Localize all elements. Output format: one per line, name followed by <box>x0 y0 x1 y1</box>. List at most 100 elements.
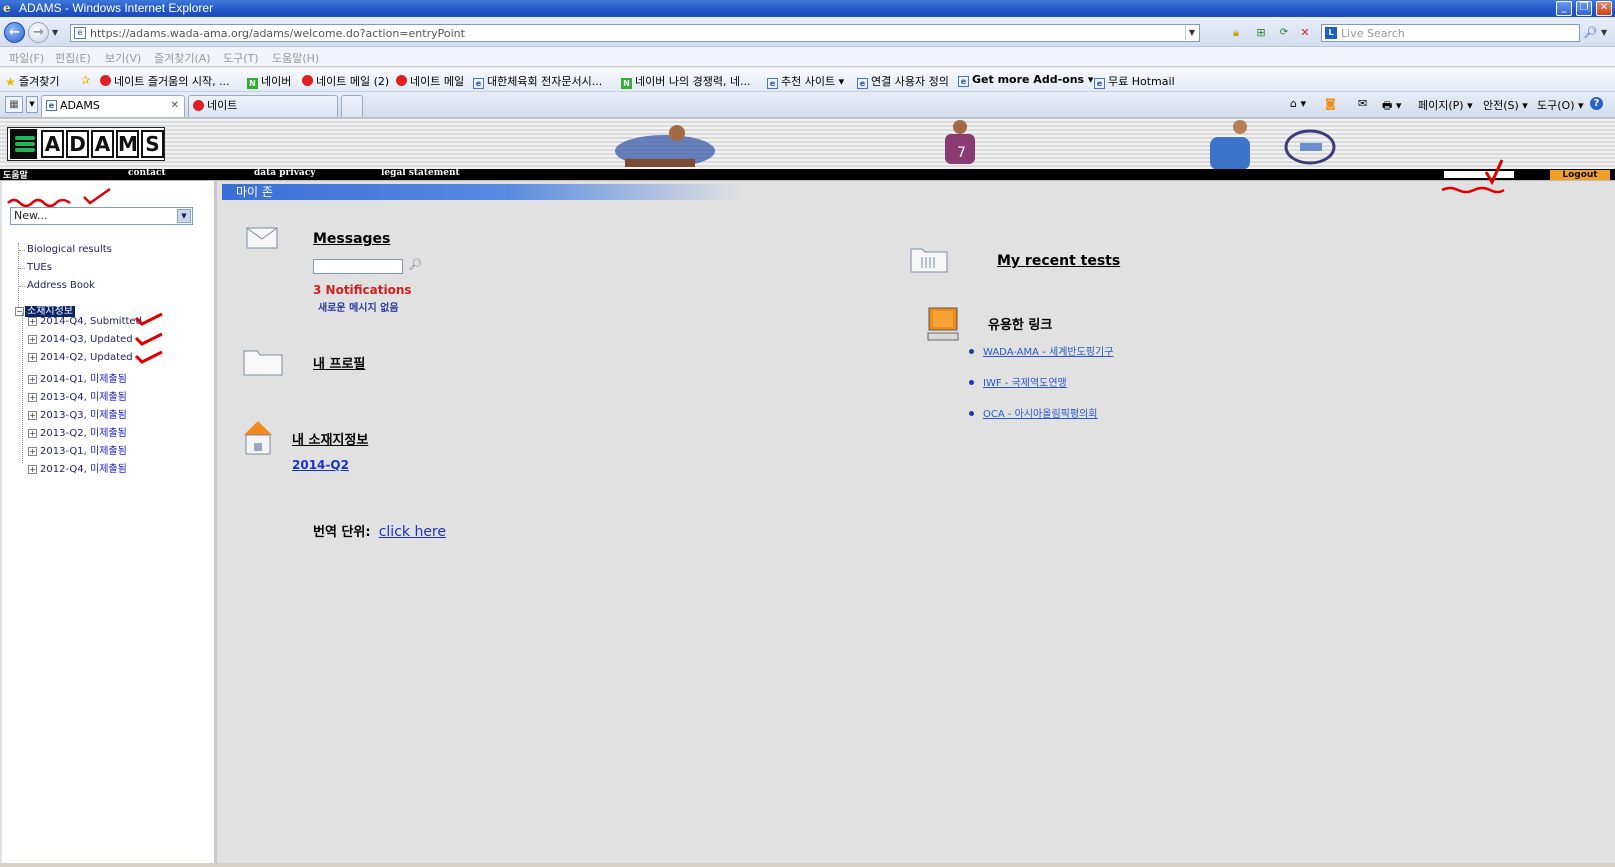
test-folder-icon[interactable] <box>910 245 948 273</box>
expand-icon[interactable]: + <box>28 393 37 402</box>
minimize-button[interactable]: _ <box>1556 1 1572 16</box>
translation-click-here-link[interactable]: click here <box>379 524 446 540</box>
expand-icon[interactable]: + <box>28 411 37 420</box>
messages-link[interactable]: Messages <box>313 231 390 247</box>
search-icon[interactable]: 🔎︎ <box>1583 26 1597 39</box>
nav-legal-statement-link[interactable]: legal statement <box>381 168 460 178</box>
favorites-center-button[interactable]: ★ 즐겨찾기 <box>5 73 59 89</box>
expand-icon[interactable]: + <box>28 447 37 456</box>
envelope-icon[interactable] <box>246 227 278 249</box>
nav-data-privacy-link[interactable]: data privacy <box>254 168 315 178</box>
nav-contact-link[interactable]: contact <box>128 168 166 178</box>
fav-item-customize-links[interactable]: e 연결 사용자 정의 <box>857 73 949 89</box>
my-profile-link[interactable]: 내 프로필 <box>313 353 365 372</box>
fav-item-hotmail[interactable]: e 무료 Hotmail <box>1094 73 1175 89</box>
quarter-item[interactable]: +2013-Q2, 미제출됨 <box>28 424 127 439</box>
tab-adams[interactable]: e ADAMS ✕ <box>41 95 185 117</box>
quarter-item[interactable]: +2013-Q4, 미제출됨 <box>28 388 127 403</box>
fav-item-suggested-sites[interactable]: e 추천 사이트 ▾ <box>767 73 844 89</box>
tab-list-dropdown-icon[interactable]: ▼ <box>26 96 38 113</box>
home-icon[interactable]: ⌂ ▾ <box>1290 97 1306 110</box>
expand-icon[interactable]: + <box>28 353 37 362</box>
quarter-item[interactable]: +2013-Q3, 미제출됨 <box>28 406 127 421</box>
quarter-item[interactable]: +2014-Q1, 미제출됨 <box>28 370 127 385</box>
quarter-status: Updated <box>90 352 133 363</box>
quarter-item[interactable]: +2014-Q3, Updated <box>28 334 133 345</box>
feeds-icon[interactable]: ◙ <box>1325 97 1336 110</box>
expand-icon[interactable]: + <box>28 335 37 344</box>
new-tab-button[interactable] <box>341 95 363 117</box>
menu-tools[interactable]: 도구(T) <box>223 50 259 66</box>
quarter-item[interactable]: +2013-Q1, 미제출됨 <box>28 442 127 457</box>
address-dropdown-icon[interactable]: ▼ <box>1185 26 1198 40</box>
fav-item-naver-competitiveness[interactable]: N 네이버 나의 경쟁력, 네... <box>621 73 751 89</box>
quarter-item[interactable]: +2012-Q4, 미제출됨 <box>28 460 127 475</box>
tree-root-whereabouts[interactable]: − 소재지정보 <box>15 302 75 317</box>
tab-nate[interactable]: 네이트 <box>188 95 338 117</box>
sidebar-link-tues[interactable]: TUEs <box>19 262 52 273</box>
my-recent-tests-link[interactable]: My recent tests <box>997 253 1120 269</box>
logout-button[interactable]: Logout <box>1550 170 1610 180</box>
history-dropdown-icon[interactable]: ▼ <box>52 28 58 37</box>
expand-icon[interactable]: + <box>28 465 37 474</box>
search-options-dropdown-icon[interactable]: ▼ <box>1601 28 1607 37</box>
fav-item-nate-home[interactable]: 네이트 즐거움의 시작, ... <box>100 73 230 89</box>
favorites-label: 즐겨찾기 <box>19 75 60 88</box>
back-button[interactable]: ← <box>4 22 25 43</box>
address-input[interactable] <box>90 26 1180 40</box>
expand-icon[interactable]: + <box>28 317 37 326</box>
tools-menu-button[interactable]: 도구(O) ▾ <box>1537 97 1584 113</box>
menu-favorites[interactable]: 즐겨찾기(A) <box>154 50 211 66</box>
search-icon[interactable]: 🔎︎ <box>408 258 422 271</box>
help-icon[interactable]: ? <box>1590 97 1603 110</box>
link-iwf[interactable]: IWF - 국제역도연맹 <box>983 378 1067 389</box>
adams-logo[interactable]: A D A M S <box>7 127 165 161</box>
safety-menu-button[interactable]: 안전(S) ▾ <box>1483 97 1528 113</box>
lock-icon[interactable]: 🔒︎ <box>1228 25 1244 41</box>
sidebar-link-biological-results[interactable]: Biological results <box>19 244 112 255</box>
fav-item-get-addons[interactable]: e Get more Add-ons ▾ <box>958 73 1093 87</box>
read-mail-icon[interactable]: ✉ <box>1358 97 1367 110</box>
notifications-count[interactable]: 3 Notifications <box>313 283 412 297</box>
fav-item-naver[interactable]: N 네이버 <box>247 73 291 89</box>
menu-view[interactable]: 보기(V) <box>105 50 141 66</box>
menu-edit[interactable]: 편집(E) <box>55 50 91 66</box>
refresh-icon[interactable]: ⟳ <box>1276 25 1292 41</box>
menu-help[interactable]: 도움말(H) <box>272 50 319 66</box>
forward-button[interactable]: → <box>28 22 49 43</box>
quick-tabs-icon[interactable]: ▦ <box>5 96 23 113</box>
annotation-scribble <box>7 187 111 208</box>
stop-icon[interactable]: ✕ <box>1297 25 1313 41</box>
expand-icon[interactable]: + <box>28 375 37 384</box>
search-box[interactable]: L <box>1321 24 1580 42</box>
quarter-period: 2014-Q4 <box>40 316 84 327</box>
print-icon[interactable]: 🖶︎ ▾ <box>1382 97 1401 116</box>
close-tab-icon[interactable]: ✕ <box>171 96 179 116</box>
link-oca[interactable]: OCA - 아시아올림픽평의회 <box>983 409 1097 420</box>
current-quarter-link[interactable]: 2014-Q2 <box>292 458 349 472</box>
chevron-down-icon[interactable]: ▼ <box>177 209 191 223</box>
fav-item-sports-council[interactable]: e 대한체육회 전자문서시... <box>473 73 602 89</box>
new-action-select[interactable]: New... ▼ <box>10 207 193 225</box>
quarter-status: Updated <box>90 334 133 345</box>
close-window-button[interactable]: ✕ <box>1596 1 1612 16</box>
menu-file[interactable]: 파일(F) <box>9 50 44 66</box>
quarter-item[interactable]: +2014-Q2, Updated <box>28 352 133 363</box>
message-search-input[interactable] <box>313 259 403 274</box>
expand-icon[interactable]: + <box>28 429 37 438</box>
fav-item-nate-mail[interactable]: 네이트 메일 <box>396 73 464 89</box>
maximize-button[interactable]: ❐ <box>1576 1 1592 16</box>
search-input[interactable] <box>1341 26 1571 40</box>
address-bar[interactable]: e ▼ <box>70 24 1200 42</box>
add-favorite-icon[interactable]: ✰ <box>80 73 94 86</box>
quarter-item[interactable]: +2014-Q4, Submitted <box>28 316 142 327</box>
sidebar-link-address-book[interactable]: Address Book <box>19 280 95 291</box>
my-whereabouts-link[interactable]: 내 소재지정보 <box>292 429 368 448</box>
compatibility-view-icon[interactable]: ⊞ <box>1253 25 1269 41</box>
link-wada[interactable]: WADA-AMA - 세계반도핑기구 <box>983 347 1113 358</box>
fav-item-nate-mail-2[interactable]: 네이트 메일 (2) <box>302 73 389 89</box>
home-icon[interactable] <box>242 419 274 455</box>
page-menu-button[interactable]: 페이지(P) ▾ <box>1418 97 1473 113</box>
ie-page-icon: e <box>1094 78 1105 89</box>
folder-icon[interactable] <box>243 346 283 376</box>
